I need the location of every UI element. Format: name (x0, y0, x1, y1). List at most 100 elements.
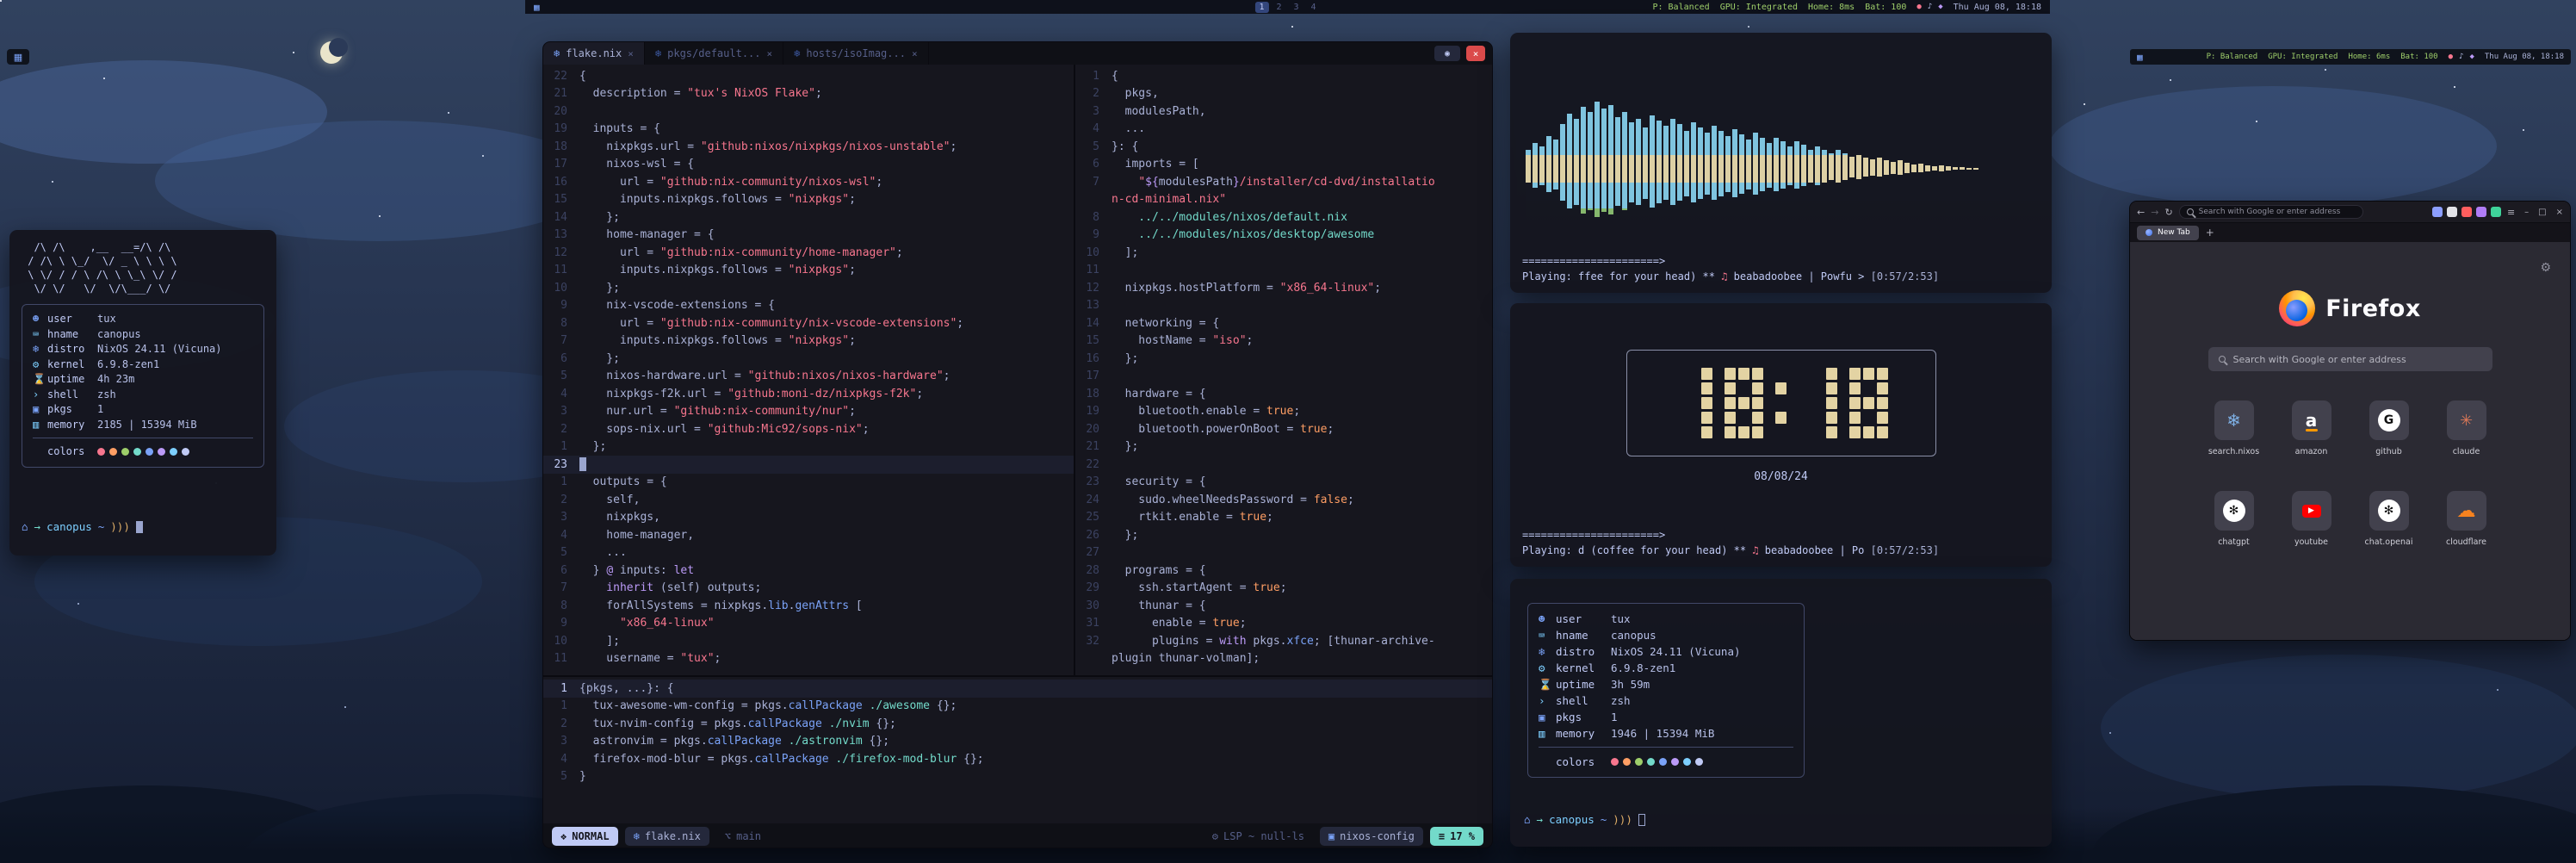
editor-pane-default-nix[interactable]: 1{pkgs, ...}: {1 tux-awesome-wm-config =… (543, 675, 1492, 823)
fetch-value: 1 (1611, 709, 1618, 725)
shortcut-tile-youtube[interactable]: ▶youtube (2282, 491, 2341, 547)
tab-close-icon[interactable]: × (628, 48, 634, 59)
buffer-eye-button[interactable]: ◉ (1434, 46, 1460, 61)
prompt-chevrons: ))) (110, 520, 130, 533)
cava-segment (1877, 158, 1882, 177)
tab-favicon (2146, 229, 2152, 236)
shortcut-tile-amazon[interactable]: aamazon (2282, 400, 2341, 456)
launcher-icon[interactable]: ▦ (2137, 53, 2143, 62)
maximize-button[interactable]: □ (2538, 208, 2546, 217)
cava-bar (1581, 107, 1586, 214)
cava-segment (1787, 183, 1793, 185)
editor-tab-flake.nix[interactable]: ❄flake.nix× (543, 42, 645, 65)
extension-icon[interactable] (2447, 207, 2457, 217)
code-line: 26 }; (1075, 526, 1492, 544)
palette-dot (1611, 758, 1619, 766)
launcher-icon[interactable]: ▦ (14, 53, 22, 62)
cava-bar (1712, 126, 1717, 200)
line-number: 13 (1075, 299, 1112, 312)
extension-icon[interactable] (2432, 207, 2443, 217)
line-number: 6 (543, 564, 579, 577)
shell-prompt[interactable]: ⌂→canopus~))) (22, 520, 264, 545)
launcher-icon[interactable]: ▦ (534, 3, 540, 12)
code-text: nixpkgs.hostPlatform = "x86_64-linux"; (1112, 282, 1381, 295)
newtab-search-input[interactable]: Search with Google or enter address (2208, 347, 2492, 371)
tab-close-icon[interactable]: × (767, 48, 773, 59)
code-line: 5}: { (1075, 138, 1492, 156)
editor-pane-flake[interactable]: 22{21 description = "tux's NixOS Flake";… (543, 65, 1074, 675)
extension-icon[interactable] (2461, 207, 2472, 217)
editor-tab-pkgs/default...[interactable]: ❄pkgs/default...× (645, 42, 783, 65)
tray-icon[interactable]: ♪ (2459, 53, 2463, 61)
extension-icon[interactable] (2476, 207, 2486, 217)
workspace-button-1[interactable]: 1 (1254, 2, 1268, 13)
line-number: 16 (1075, 352, 1112, 365)
fetch-panel[interactable]: ☻usertux⌨hnamecanopus❄distroNixOS 24.11 … (1510, 579, 2052, 847)
workspace-button-4[interactable]: 4 (1307, 2, 1321, 13)
code-text: programs = { (1112, 564, 1206, 577)
cava-segment (1787, 155, 1793, 183)
personalize-gear-icon[interactable]: ⚙ (2540, 261, 2551, 275)
cava-segment (1780, 155, 1786, 183)
window-close-button[interactable]: × (2556, 208, 2563, 217)
shortcut-tile-chat.openai[interactable]: ✻chat.openai (2360, 491, 2418, 547)
menu-button[interactable]: ≡ (2507, 207, 2515, 218)
cava-bar (1918, 164, 1923, 172)
tray-icon[interactable]: ◆ (2469, 53, 2474, 61)
tray-icon[interactable]: ♪ (1928, 3, 1932, 11)
palette-dot (1671, 758, 1679, 766)
cava-player-panel[interactable]: ======================> Playing: ffee fo… (1510, 33, 2052, 293)
cava-segment (1595, 155, 1600, 183)
code-line: 15 hostName = "iso"; (1075, 332, 1492, 351)
tab-close-icon[interactable]: × (912, 48, 918, 59)
reload-button[interactable]: ↻ (2164, 207, 2172, 218)
back-button[interactable]: ← (2137, 207, 2145, 218)
shortcut-tile-github[interactable]: Ggithub (2360, 400, 2418, 456)
line-number: 4 (1075, 122, 1112, 135)
prompt-path: ~ (1601, 813, 1607, 826)
clock-cell (1812, 382, 1824, 394)
tray-icon[interactable]: ◆ (1938, 3, 1942, 11)
shortcut-tile-cloudflare[interactable]: ☁cloudflare (2437, 491, 2496, 547)
tray-icon[interactable]: ● (1917, 3, 1921, 11)
cava-segment (1622, 183, 1627, 208)
forward-button[interactable]: → (2151, 207, 2158, 218)
cava-segment (1656, 183, 1662, 203)
tray-icon[interactable]: ● (2449, 53, 2453, 61)
code-line: 17 (1075, 368, 1492, 386)
code-text: }; (1112, 352, 1138, 365)
cava-segment (1849, 157, 1855, 177)
new-tab-button[interactable]: + (2206, 227, 2214, 239)
shortcut-tile-chatgpt[interactable]: ✻chatgpt (2205, 491, 2263, 547)
clock-cell (1863, 412, 1874, 424)
close-button[interactable]: × (1466, 46, 1485, 61)
firefox-toolbar: ← → ↻ Search with Google or enter addres… (2130, 202, 2570, 222)
code-line: 2 tux-nvim-config = pkgs.callPackage ./n… (543, 715, 1492, 733)
workspace-button-2[interactable]: 2 (1272, 2, 1285, 13)
shell-prompt[interactable]: ⌂→canopus~))) (1520, 813, 2041, 835)
terminal-cursor (1638, 814, 1645, 826)
clock-panel[interactable]: 08/08/24 ======================> Playing… (1510, 303, 2052, 567)
code-line: 2 pkgs, (1075, 85, 1492, 103)
audio-visualizer (1519, 40, 2043, 253)
shortcut-tile-claude[interactable]: ✳claude (2437, 400, 2496, 456)
cava-segment (1574, 183, 1579, 205)
minimize-button[interactable]: – (2524, 208, 2529, 217)
cava-segment (1539, 155, 1545, 183)
workspace-button-3[interactable]: 3 (1290, 2, 1303, 13)
folder-icon: ▣ (1328, 830, 1334, 842)
url-bar[interactable]: Search with Google or enter address (2179, 205, 2363, 219)
palette-dot (1623, 758, 1631, 766)
tab-new-tab[interactable]: New Tab (2137, 226, 2199, 240)
editor-pane-iso[interactable]: 1{2 pkgs,3 modulesPath,4 ...5}: {6 impor… (1074, 65, 1492, 675)
code-text: inputs.nixpkgs.follows = "nixpkgs"; (579, 334, 856, 347)
line-number: 20 (1075, 423, 1112, 436)
code-text: enable = true; (1112, 617, 1247, 630)
fastfetch-terminal[interactable]: /\ /\ ,__ __=/\ /\ / /\ \ \_/ \/ _ \ \ \… (9, 230, 276, 556)
line-number: 29 (1075, 581, 1112, 594)
fetch-value: canopus (97, 327, 141, 343)
extension-icon[interactable] (2491, 207, 2501, 217)
editor-tab-hosts/isoImag...[interactable]: ❄hosts/isoImag...× (783, 42, 928, 65)
shortcut-tile-search.nixos[interactable]: ❄search.nixos (2205, 400, 2263, 456)
line-number: 8 (543, 317, 579, 330)
